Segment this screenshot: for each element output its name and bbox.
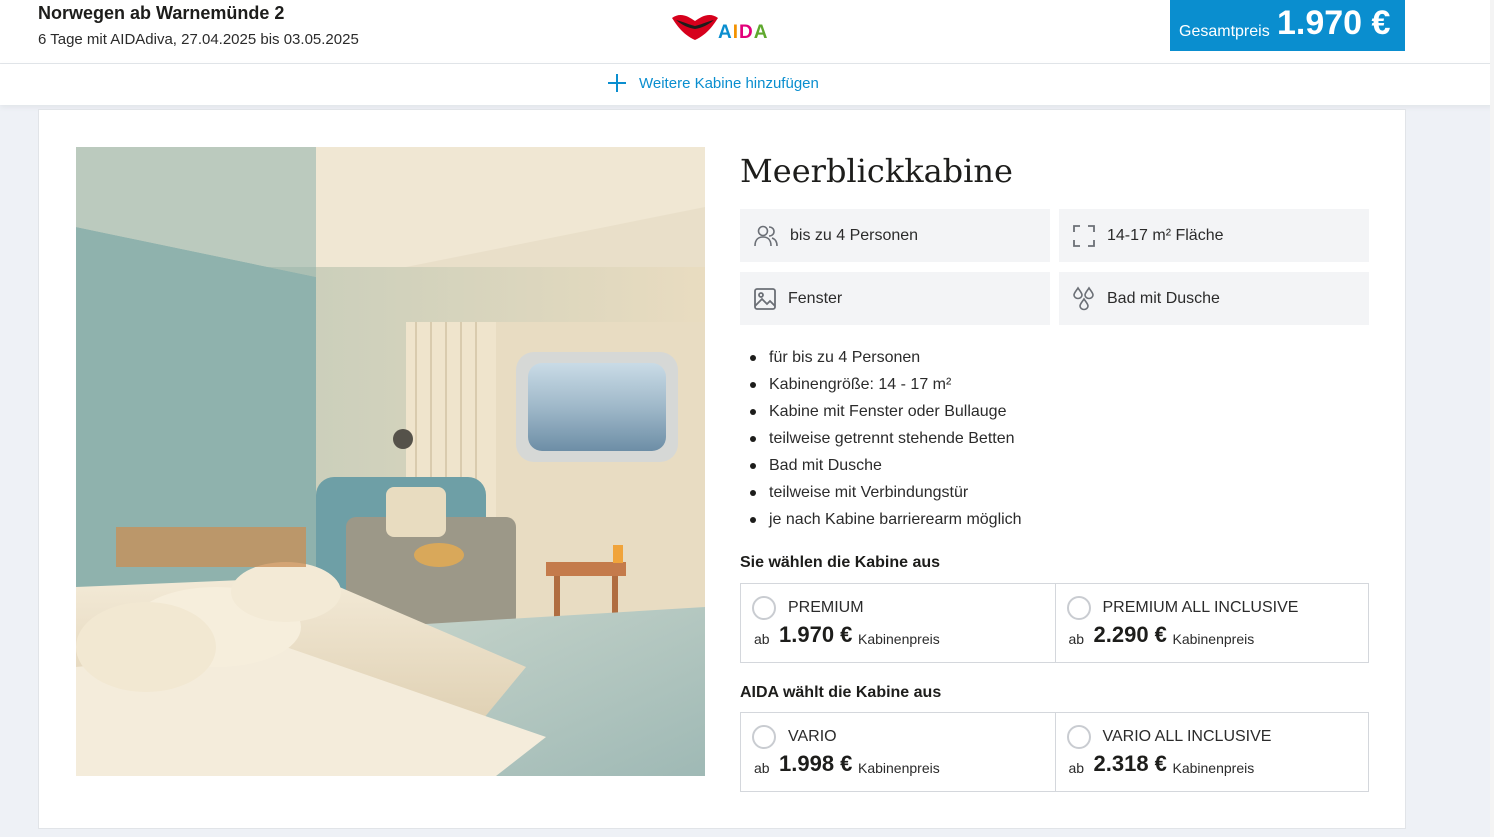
list-item: für bis zu 4 Personen <box>750 344 1022 371</box>
lips-icon <box>672 14 718 40</box>
cabin-title: Meerblickkabine <box>740 152 1013 190</box>
scrollbar[interactable] <box>1490 0 1494 837</box>
radio-button[interactable] <box>1066 725 1091 749</box>
cabin-details-list: für bis zu 4 Personen Kabinengröße: 14 -… <box>750 344 1022 533</box>
feature-persons-label: bis zu 4 Personen <box>790 226 919 244</box>
radio-button[interactable] <box>752 596 776 620</box>
window-icon <box>754 287 776 310</box>
feature-window: Fenster <box>740 272 1050 325</box>
add-cabin-bar: Weitere Kabine hinzufügen <box>0 64 1494 105</box>
feature-persons: bis zu 4 Personen <box>740 209 1050 262</box>
cabin-card: Meerblickkabine bis zu 4 Personen 14-17 … <box>38 109 1406 829</box>
option-price: 1.998 € <box>779 751 853 776</box>
list-item: teilweise getrennt stehende Betten <box>750 425 1022 452</box>
plus-icon <box>608 74 626 92</box>
option-premium-all-inclusive[interactable]: PREMIUM ALL INCLUSIVE ab 2.290 € Kabinen… <box>1054 584 1369 662</box>
feature-window-label: Fenster <box>788 289 843 307</box>
option-from-label: ab <box>754 760 770 776</box>
self-select-options: PREMIUM ab 1.970 € Kabinenpreis PREMIUM … <box>740 583 1369 663</box>
feature-area: 14-17 m² Fläche <box>1059 209 1369 262</box>
option-name: VARIO <box>788 728 837 745</box>
option-from-label: ab <box>1068 631 1085 647</box>
top-bar: Norwegen ab Warnemünde 2 6 Tage mit AIDA… <box>0 0 1494 64</box>
option-price: 1.970 € <box>779 622 853 647</box>
list-item: Bad mit Dusche <box>750 452 1022 479</box>
feature-area-label: 14-17 m² Fläche <box>1107 226 1224 244</box>
aida-select-options: VARIO ab 1.998 € Kabinenpreis VARIO ALL … <box>740 712 1369 792</box>
option-name: PREMIUM ALL INCLUSIVE <box>1102 599 1299 616</box>
option-from-label: ab <box>754 631 770 647</box>
option-vario-all-inclusive[interactable]: VARIO ALL INCLUSIVE ab 2.318 € Kabinenpr… <box>1054 713 1369 791</box>
shower-icon <box>1073 286 1094 310</box>
aida-select-heading: AIDA wählt die Kabine aus <box>740 684 942 701</box>
trip-subtitle: 6 Tage mit AIDAdiva, 27.04.2025 bis 03.0… <box>38 31 359 48</box>
option-price-suffix: Kabinenpreis <box>858 631 940 647</box>
list-item: Kabinengröße: 14 - 17 m² <box>750 371 1022 398</box>
option-name: PREMIUM <box>788 599 864 616</box>
option-premium[interactable]: PREMIUM ab 1.970 € Kabinenpreis <box>741 584 1055 662</box>
aida-logo[interactable]: AIDA <box>670 12 780 46</box>
feature-bath-label: Bad mit Dusche <box>1107 289 1220 307</box>
option-price-suffix: Kabinenpreis <box>858 760 940 776</box>
add-cabin-button[interactable]: Weitere Kabine hinzufügen <box>607 73 819 93</box>
option-price: 2.318 € <box>1093 751 1167 776</box>
total-price-value: 1.970 € <box>1277 4 1391 42</box>
radio-button[interactable] <box>752 725 776 749</box>
cabin-photo <box>76 147 705 776</box>
option-vario[interactable]: VARIO ab 1.998 € Kabinenpreis <box>741 713 1055 791</box>
option-from-label: ab <box>1068 760 1085 776</box>
option-price-suffix: Kabinenpreis <box>1172 760 1255 776</box>
total-price-box: Gesamtpreis 1.970 € <box>1170 0 1405 51</box>
radio-button[interactable] <box>1066 596 1091 620</box>
list-item: je nach Kabine barrierearm möglich <box>750 506 1022 533</box>
add-cabin-label: Weitere Kabine hinzufügen <box>639 74 819 92</box>
option-price: 2.290 € <box>1093 622 1167 647</box>
area-icon <box>1073 224 1095 247</box>
total-price-label: Gesamtpreis <box>1179 23 1270 40</box>
option-price-suffix: Kabinenpreis <box>1172 631 1255 647</box>
logo-wordmark: AIDA <box>718 22 769 43</box>
list-item: teilweise mit Verbindungstür <box>750 479 1022 506</box>
list-item: Kabine mit Fenster oder Bullauge <box>750 398 1022 425</box>
feature-bath: Bad mit Dusche <box>1059 272 1369 325</box>
people-icon <box>754 225 778 246</box>
trip-title: Norwegen ab Warnemünde 2 <box>38 3 285 23</box>
self-select-heading: Sie wählen die Kabine aus <box>740 554 941 571</box>
option-name: VARIO ALL INCLUSIVE <box>1102 728 1272 745</box>
